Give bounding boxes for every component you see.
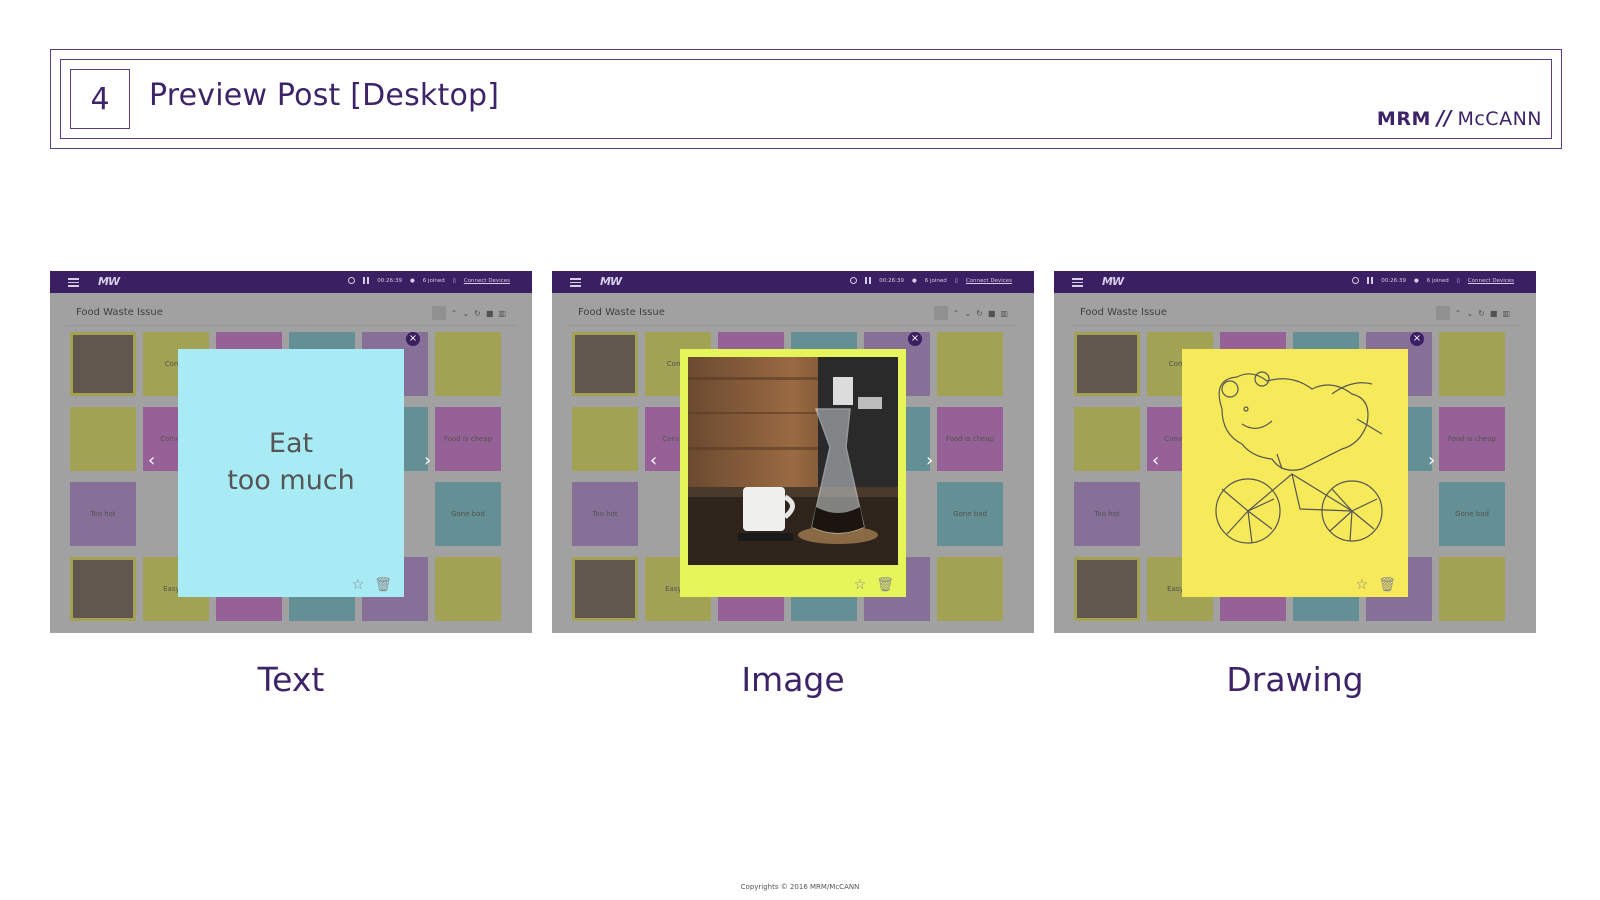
timer: 00:26:39 xyxy=(377,277,402,284)
status-bar: 00:26:39 ● 6 joined ▯ Connect Devices xyxy=(1352,277,1514,284)
preview-card-image: ☆ 🗑 xyxy=(680,349,906,597)
hamburger-menu-icon[interactable] xyxy=(570,276,581,287)
device-icon: ▯ xyxy=(1456,277,1460,284)
timer: 00:26:39 xyxy=(879,277,904,284)
clock-icon xyxy=(348,277,356,284)
screenshot-text-preview: MW 00:26:39 ● 6 joined ▯ Connect Devices… xyxy=(50,271,532,633)
preview-card-drawing: ☆ 🗑 xyxy=(1182,349,1408,597)
joined-count: 6 joined xyxy=(924,277,947,284)
card-actions: ☆ 🗑 xyxy=(854,577,894,593)
star-icon[interactable]: ☆ xyxy=(352,577,365,593)
app-logo-icon: MW xyxy=(600,275,622,288)
card-actions: ☆ 🗑 xyxy=(352,577,392,593)
bear-on-bicycle-drawing xyxy=(1215,371,1383,544)
preview-text-line: too much xyxy=(227,465,355,496)
pause-icon[interactable] xyxy=(1367,277,1374,284)
preview-text-line: Eat xyxy=(268,428,314,459)
user-icon: ● xyxy=(911,277,917,284)
joined-count: 6 joined xyxy=(1426,277,1449,284)
trash-icon[interactable]: 🗑 xyxy=(876,577,894,593)
app-logo-icon: MW xyxy=(1102,275,1124,288)
screenshot-drawing-preview: MW 00:26:39 ● 6 joined ▯ Connect Devices… xyxy=(1054,271,1536,633)
logo-mccann: McCANN xyxy=(1457,108,1542,130)
connect-devices-link[interactable]: Connect Devices xyxy=(1468,278,1514,284)
card-actions: ☆ 🗑 xyxy=(1356,577,1396,593)
close-icon[interactable]: × xyxy=(1410,332,1424,346)
header-frame: 4 Preview Post [Desktop] MRM // McCANN xyxy=(50,49,1562,149)
trash-icon[interactable]: 🗑 xyxy=(1378,577,1396,593)
chevron-right-icon[interactable]: › xyxy=(926,450,933,471)
star-icon[interactable]: ☆ xyxy=(854,577,867,593)
clock-icon xyxy=(1352,277,1360,284)
status-bar: 00:26:39 ● 6 joined ▯ Connect Devices xyxy=(348,277,510,284)
preview-card-content: Eat too much xyxy=(178,425,404,499)
trash-icon[interactable]: 🗑 xyxy=(374,577,392,593)
brand-logo: MRM // McCANN xyxy=(1377,106,1542,130)
device-icon: ▯ xyxy=(452,277,456,284)
chevron-right-icon[interactable]: › xyxy=(1428,450,1435,471)
close-icon[interactable]: × xyxy=(908,332,922,346)
footer-copyright: Copyrights © 2016 MRM/McCANN xyxy=(740,883,860,891)
app-topbar: MW 00:26:39 ● 6 joined ▯ Connect Devices xyxy=(1054,271,1536,293)
status-bar: 00:26:39 ● 6 joined ▯ Connect Devices xyxy=(850,277,1012,284)
hamburger-menu-icon[interactable] xyxy=(68,276,79,287)
step-number: 4 xyxy=(70,69,130,129)
caption-drawing: Drawing xyxy=(1226,660,1364,699)
logo-slash: // xyxy=(1436,106,1452,130)
joined-count: 6 joined xyxy=(422,277,445,284)
close-icon[interactable]: × xyxy=(406,332,420,346)
app-topbar: MW 00:26:39 ● 6 joined ▯ Connect Devices xyxy=(552,271,1034,293)
star-icon[interactable]: ☆ xyxy=(1356,577,1369,593)
hamburger-menu-icon[interactable] xyxy=(1072,276,1083,287)
chevron-left-icon[interactable]: ‹ xyxy=(650,450,657,471)
caption-image: Image xyxy=(741,660,845,699)
pause-icon[interactable] xyxy=(865,277,872,284)
user-icon: ● xyxy=(409,277,415,284)
caption-text: Text xyxy=(257,660,325,699)
preview-card-text: Eat too much ☆ 🗑 xyxy=(178,349,404,597)
pause-icon[interactable] xyxy=(363,277,370,284)
connect-devices-link[interactable]: Connect Devices xyxy=(966,278,1012,284)
header-inner-frame: 4 Preview Post [Desktop] MRM // McCANN xyxy=(60,59,1552,139)
user-icon: ● xyxy=(1413,277,1419,284)
logo-mrm: MRM xyxy=(1376,108,1431,130)
chevron-left-icon[interactable]: ‹ xyxy=(148,450,155,471)
connect-devices-link[interactable]: Connect Devices xyxy=(464,278,510,284)
device-icon: ▯ xyxy=(954,277,958,284)
preview-photo xyxy=(688,357,898,565)
clock-icon xyxy=(850,277,858,284)
timer: 00:26:39 xyxy=(1381,277,1406,284)
page-title: Preview Post [Desktop] xyxy=(149,78,500,113)
app-topbar: MW 00:26:39 ● 6 joined ▯ Connect Devices xyxy=(50,271,532,293)
app-logo-icon: MW xyxy=(98,275,120,288)
screenshot-image-preview: MW 00:26:39 ● 6 joined ▯ Connect Devices… xyxy=(552,271,1034,633)
chevron-left-icon[interactable]: ‹ xyxy=(1152,450,1159,471)
chevron-right-icon[interactable]: › xyxy=(424,450,431,471)
